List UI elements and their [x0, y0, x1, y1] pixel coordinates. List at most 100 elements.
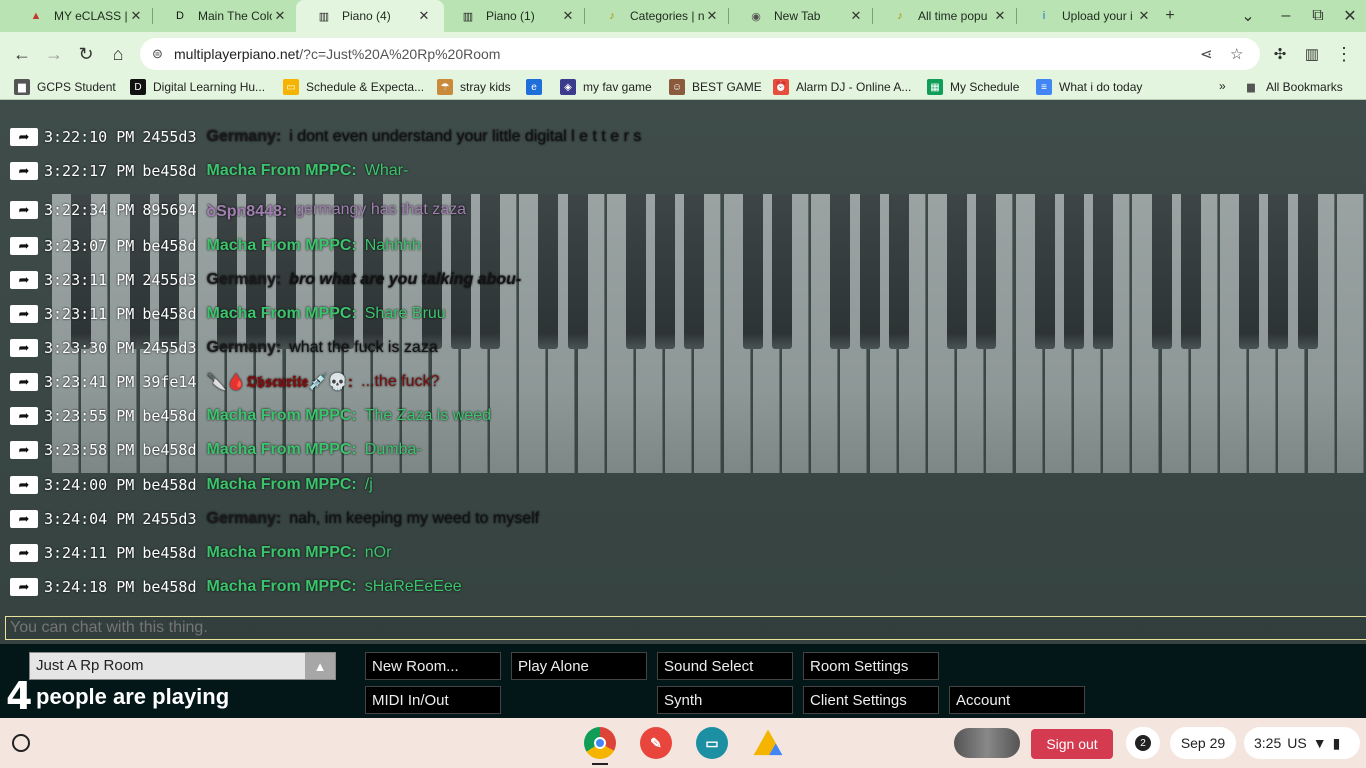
bookmark-label: Digital Learning Hu... [153, 80, 266, 94]
play-alone-button[interactable]: Play Alone [511, 652, 647, 680]
screen-capture-icon[interactable] [954, 728, 1020, 758]
tab[interactable]: ▥ Piano (1) ✕ [440, 0, 588, 32]
close-icon[interactable]: ✕ [560, 8, 576, 24]
tab[interactable]: ◉ New Tab ✕ [728, 0, 876, 32]
expand-up-icon[interactable]: ▲ [305, 653, 335, 679]
chat-user-id: 2455d3 [142, 510, 197, 528]
midi-button[interactable]: MIDI In/Out [365, 686, 501, 714]
chat-user-id: be458d [142, 305, 197, 323]
chat-time: 3:23:11 PM [44, 271, 135, 289]
close-icon[interactable]: ✕ [992, 8, 1008, 24]
reload-icon[interactable]: ↻ [72, 40, 100, 68]
bookmark-item[interactable]: ▭ Schedule & Expecta... [283, 79, 424, 95]
chat-username: Macha From MPPC: [206, 544, 357, 561]
room-settings-button[interactable]: Room Settings [803, 652, 939, 680]
tab[interactable]: ▥ Piano (4) ✕ [296, 0, 444, 32]
tab[interactable]: ▲ MY eCLASS | G✕ [8, 0, 156, 32]
back-icon[interactable]: ← [8, 40, 36, 68]
reply-icon[interactable]: ➦ [10, 407, 38, 425]
home-icon[interactable]: ⌂ [104, 40, 132, 68]
reply-icon[interactable]: ➦ [10, 510, 38, 528]
client-settings-button[interactable]: Client Settings [803, 686, 939, 714]
forward-icon[interactable]: → [40, 40, 68, 68]
bookmarks-overflow-icon[interactable]: » [1219, 79, 1226, 93]
all-bookmarks-label: All Bookmarks [1266, 80, 1343, 94]
chat-text: nah, im keeping my weed to myself [289, 510, 540, 527]
new-room-button[interactable]: New Room... [365, 652, 501, 680]
close-icon[interactable]: ✕ [128, 8, 144, 24]
account-button[interactable]: Account [949, 686, 1085, 714]
bookmark-item[interactable]: D Digital Learning Hu... [130, 79, 265, 95]
bookmark-item[interactable]: ⏰ Alarm DJ - Online A... [773, 79, 911, 95]
address-bar[interactable]: ⊜ multiplayerpiano.net/?c=Just%20A%20Rp%… [140, 38, 1260, 70]
menu-icon[interactable]: ⋮ [1330, 40, 1358, 68]
status-tray[interactable]: 3:25 US ▼ ▮ [1244, 727, 1360, 759]
close-icon[interactable]: ✕ [848, 8, 864, 24]
site-info-icon[interactable]: ⊜ [152, 46, 163, 62]
chat-text: bro what are you talking abou- [289, 271, 522, 288]
close-icon[interactable]: ✕ [416, 8, 432, 24]
extensions-icon[interactable]: ✣ [1266, 40, 1294, 68]
bookmark-item[interactable]: ☺ BEST GAME [669, 79, 762, 95]
chat-time: 3:24:18 PM [44, 578, 135, 596]
tab-search-icon[interactable]: ⌄ [1236, 4, 1260, 28]
os-shelf: ✎ ▭ Sign out 2 Sep 29 3:25 US ▼ ▮ [0, 718, 1366, 768]
share-icon[interactable]: ⋖ [1200, 45, 1213, 63]
room-name: Just A Rp Room [36, 657, 144, 674]
reply-icon[interactable]: ➦ [10, 128, 38, 146]
bookmark-star-icon[interactable]: ☆ [1230, 45, 1243, 63]
reply-icon[interactable]: ➦ [10, 305, 38, 323]
reply-icon[interactable]: ➦ [10, 441, 38, 459]
chat-user-id: 39fe14 [142, 373, 197, 391]
reply-icon[interactable]: ➦ [10, 201, 38, 219]
chat-message: ➦ 3:23:41 PM 39fe14 🔪🩸𝕺𝖇𝖘𝖈𝖚𝖗𝖎𝖙𝖊💉💀: ...the fu… [10, 371, 439, 393]
alarm-icon: ⏰ [773, 79, 789, 95]
synth-button[interactable]: Synth [657, 686, 793, 714]
chrome-app-icon[interactable] [584, 727, 616, 759]
reply-icon[interactable]: ➦ [10, 271, 38, 289]
reply-icon[interactable]: ➦ [10, 578, 38, 596]
date-pill[interactable]: Sep 29 [1170, 727, 1236, 759]
reply-icon[interactable]: ➦ [10, 476, 38, 494]
tab[interactable]: D Main The Colo ✕ [152, 0, 300, 32]
bookmark-item[interactable]: ≡ What i do today [1036, 79, 1142, 95]
control-bar: Just A Rp Room ▲ 4 people are playing Ne… [0, 644, 1366, 718]
reply-icon[interactable]: ➦ [10, 373, 38, 391]
reply-icon[interactable]: ➦ [10, 544, 38, 562]
minimize-icon[interactable]: – [1274, 4, 1298, 28]
canvas-app-icon[interactable]: ✎ [640, 727, 672, 759]
chat-input[interactable] [5, 616, 1366, 640]
reply-icon[interactable]: ➦ [10, 162, 38, 180]
chat-time: 3:24:00 PM [44, 476, 135, 494]
chrome-icon: ◉ [751, 10, 761, 23]
side-panel-icon[interactable]: ▥ [1298, 40, 1326, 68]
room-select[interactable]: Just A Rp Room ▲ [29, 652, 336, 680]
docs-icon: ≡ [1036, 79, 1052, 95]
new-tab-icon[interactable]: + [1158, 4, 1182, 28]
classroom-app-icon[interactable]: ▭ [696, 727, 728, 759]
bookmark-item[interactable]: ▆ GCPS Student [14, 79, 116, 95]
bookmark-item[interactable]: ◈ my fav game [560, 79, 652, 95]
chat-username: ꝺSpn8448: [206, 203, 288, 220]
window-close-icon[interactable]: ✕ [1338, 4, 1362, 28]
sign-out-button[interactable]: Sign out [1031, 729, 1113, 759]
reply-icon[interactable]: ➦ [10, 339, 38, 357]
close-icon[interactable]: ✕ [272, 8, 288, 24]
tab[interactable]: ♪ Categories | n ✕ [584, 0, 732, 32]
bookmark-item[interactable]: e [526, 79, 549, 95]
bookmark-item[interactable]: ▦ My Schedule [927, 79, 1019, 95]
tab[interactable]: i Upload your i ✕ [1016, 0, 1164, 32]
drive-app-icon[interactable] [753, 729, 783, 756]
close-icon[interactable]: ✕ [1136, 8, 1152, 24]
launcher-icon[interactable] [12, 734, 30, 752]
all-bookmarks-button[interactable]: ▆ All Bookmarks [1243, 79, 1343, 95]
tab[interactable]: ♪ All time popu ✕ [872, 0, 1020, 32]
close-icon[interactable]: ✕ [704, 8, 720, 24]
bookmark-item[interactable]: ☂ stray kids [437, 79, 511, 95]
sound-select-button[interactable]: Sound Select [657, 652, 793, 680]
notifications-button[interactable]: 2 [1126, 727, 1160, 759]
tab-separator [1016, 8, 1017, 24]
restore-icon[interactable]: ⧉ [1306, 4, 1330, 28]
tab-separator [584, 8, 585, 24]
reply-icon[interactable]: ➦ [10, 237, 38, 255]
